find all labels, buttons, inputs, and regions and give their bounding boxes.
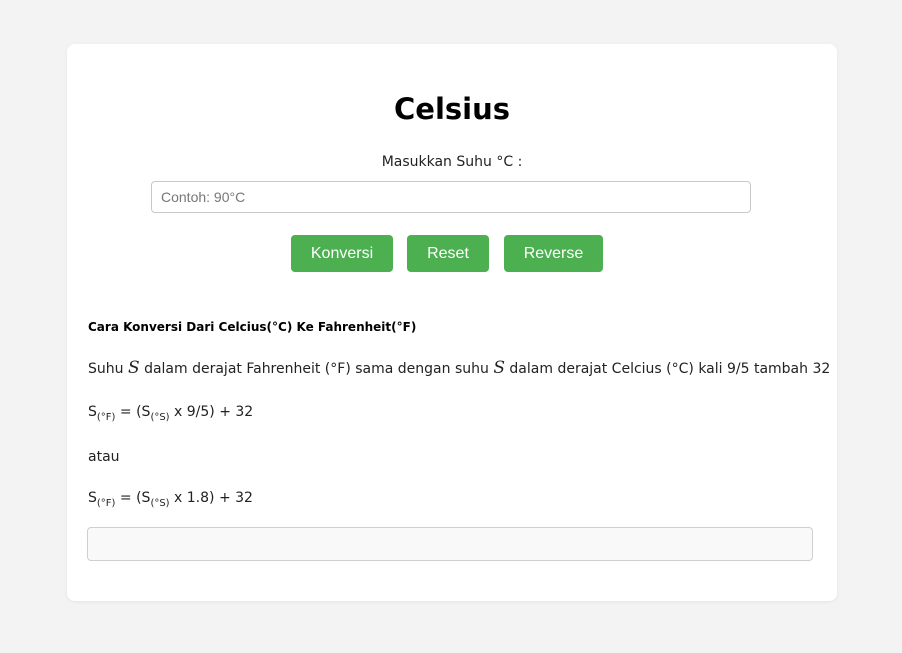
formula-decimal: S(°F) = (S(°S) x 1.8) + 32 bbox=[88, 488, 253, 514]
formula-fraction: S(°F) = (S(°S) x 9/5) + 32 bbox=[88, 402, 253, 428]
formula-mid: = (S bbox=[115, 404, 151, 420]
variable-s: S bbox=[127, 358, 140, 378]
page-title: Celsius bbox=[394, 92, 510, 126]
or-text: atau bbox=[88, 449, 120, 465]
formula-subscript: (°S) bbox=[150, 411, 170, 423]
celsius-input[interactable] bbox=[151, 181, 751, 213]
explanation-description: Suhu S dalam derajat Fahrenheit (°F) sam… bbox=[88, 358, 830, 379]
explanation-heading: Cara Konversi Dari Celcius(°C) Ke Fahren… bbox=[88, 320, 417, 334]
result-output bbox=[87, 527, 813, 561]
formula-symbol: S bbox=[88, 404, 97, 420]
formula-subscript: (°S) bbox=[150, 497, 170, 509]
formula-symbol: S bbox=[88, 490, 97, 506]
variable-s: S bbox=[493, 358, 505, 378]
formula-mid: = (S bbox=[115, 490, 151, 506]
desc-part-2: dalam derajat Fahrenheit (°F) sama denga… bbox=[139, 361, 494, 377]
converter-card: Celsius Masukkan Suhu °C : Konversi Rese… bbox=[67, 44, 837, 601]
convert-button[interactable]: Konversi bbox=[291, 235, 393, 272]
temperature-input-label: Masukkan Suhu °C : bbox=[381, 154, 523, 170]
formula-rest: x 1.8) + 32 bbox=[169, 490, 253, 506]
reverse-button[interactable]: Reverse bbox=[504, 235, 603, 272]
reset-button[interactable]: Reset bbox=[407, 235, 489, 272]
formula-subscript: (°F) bbox=[96, 497, 116, 509]
desc-part-3: dalam derajat Celcius (°C) kali 9/5 tamb… bbox=[504, 361, 831, 377]
desc-part-1: Suhu bbox=[88, 361, 128, 377]
formula-rest: x 9/5) + 32 bbox=[169, 404, 254, 420]
formula-subscript: (°F) bbox=[96, 411, 116, 423]
